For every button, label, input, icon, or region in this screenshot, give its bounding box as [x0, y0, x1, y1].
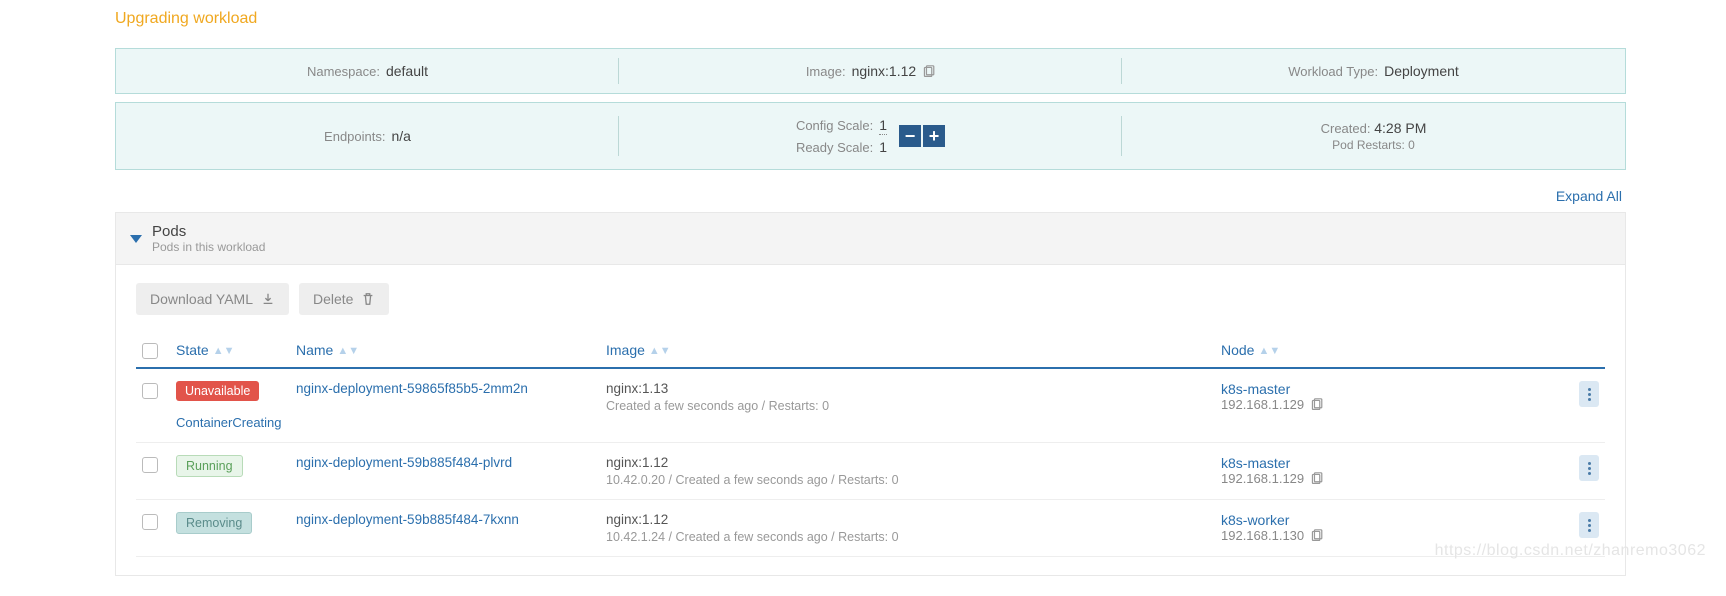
namespace-label: Namespace:: [307, 64, 380, 79]
delete-button[interactable]: Delete: [299, 283, 389, 315]
copy-icon[interactable]: [1310, 398, 1323, 411]
sort-icon: ▲▼: [1258, 349, 1280, 354]
info-row-2: Endpoints: n/a Config Scale: 1 Ready Scal…: [115, 102, 1626, 170]
select-all-checkbox[interactable]: [142, 343, 158, 359]
table-row: Running nginx-deployment-59b885f484-plvr…: [136, 443, 1605, 500]
ready-scale-label: Ready Scale:: [796, 140, 873, 155]
pods-title: Pods: [152, 223, 265, 240]
created-cell: Created: 4:28 PM Pod Restarts: 0: [1122, 103, 1625, 169]
workload-type-value: Deployment: [1384, 63, 1459, 79]
namespace-value: default: [386, 63, 428, 79]
info-row-1: Namespace: default Image: nginx:1.12 Wor…: [115, 48, 1626, 94]
row-menu-button[interactable]: [1579, 455, 1599, 481]
pod-name-link[interactable]: nginx-deployment-59865f85b5-2mm2n: [296, 381, 528, 396]
row-menu-button[interactable]: [1579, 512, 1599, 538]
row-checkbox[interactable]: [142, 514, 158, 530]
node-name-link[interactable]: k8s-master: [1221, 455, 1323, 471]
image-cell: Image: nginx:1.12: [619, 49, 1122, 93]
created-value: 4:28 PM: [1374, 120, 1426, 136]
sort-icon: ▲▼: [649, 349, 671, 354]
endpoints-value: n/a: [391, 128, 410, 144]
pod-name-link[interactable]: nginx-deployment-59b885f484-plvrd: [296, 455, 512, 470]
row-checkbox[interactable]: [142, 457, 158, 473]
endpoints-label: Endpoints:: [324, 129, 385, 144]
workload-type-label: Workload Type:: [1288, 64, 1378, 79]
row-menu-button[interactable]: [1579, 381, 1599, 407]
col-name[interactable]: Name▲▼: [290, 333, 600, 368]
copy-icon[interactable]: [922, 65, 935, 78]
pod-image-meta: 10.42.0.20 / Created a few seconds ago /…: [606, 473, 1209, 487]
table-row: Unavailable ContainerCreating nginx-deplo…: [136, 368, 1605, 443]
pods-subtitle: Pods in this workload: [152, 240, 265, 254]
scale-cell: Config Scale: 1 Ready Scale: 1 − +: [619, 103, 1122, 169]
pod-image-meta: 10.42.1.24 / Created a few seconds ago /…: [606, 530, 1209, 544]
pod-name-link[interactable]: nginx-deployment-59b885f484-7kxnn: [296, 512, 519, 527]
row-checkbox[interactable]: [142, 383, 158, 399]
copy-icon[interactable]: [1310, 472, 1323, 485]
pod-restarts: Pod Restarts: 0: [1332, 138, 1415, 152]
copy-icon[interactable]: [1310, 529, 1323, 542]
endpoints-cell: Endpoints: n/a: [116, 103, 619, 169]
pod-image-meta: Created a few seconds ago / Restarts: 0: [606, 399, 1209, 413]
ready-scale-value: 1: [879, 139, 887, 155]
image-value: nginx:1.12: [852, 63, 917, 79]
download-icon: [261, 292, 275, 306]
scale-down-button[interactable]: −: [899, 125, 921, 147]
delete-label: Delete: [313, 291, 353, 307]
node-ip: 192.168.1.130: [1221, 528, 1304, 543]
namespace-cell: Namespace: default: [116, 49, 619, 93]
config-scale-value: 1: [879, 117, 887, 135]
pod-substatus: ContainerCreating: [176, 415, 284, 430]
node-name-link[interactable]: k8s-master: [1221, 381, 1323, 397]
sort-icon: ▲▼: [213, 349, 235, 354]
pods-section-header[interactable]: Pods Pods in this workload: [116, 213, 1625, 265]
sort-icon: ▲▼: [337, 349, 359, 354]
node-ip: 192.168.1.129: [1221, 397, 1304, 412]
status-badge: Unavailable: [176, 381, 259, 401]
download-yaml-button[interactable]: Download YAML: [136, 283, 289, 315]
status-badge: Running: [176, 455, 243, 477]
pods-section: Pods Pods in this workload Download YAML…: [115, 212, 1626, 576]
page-title: Upgrading workload: [115, 10, 1626, 28]
download-yaml-label: Download YAML: [150, 291, 253, 307]
status-badge: Removing: [176, 512, 252, 534]
collapse-icon: [130, 235, 142, 243]
created-label: Created:: [1321, 121, 1371, 136]
pods-table: State▲▼ Name▲▼ Image▲▼ Node▲▼ Unavailabl…: [136, 333, 1605, 557]
node-name-link[interactable]: k8s-worker: [1221, 512, 1323, 528]
scale-up-button[interactable]: +: [923, 125, 945, 147]
col-node[interactable]: Node▲▼: [1215, 333, 1605, 368]
image-label: Image:: [806, 64, 846, 79]
col-image[interactable]: Image▲▼: [600, 333, 1215, 368]
node-ip: 192.168.1.129: [1221, 471, 1304, 486]
expand-all-link[interactable]: Expand All: [115, 188, 1622, 204]
config-scale-label: Config Scale:: [796, 118, 873, 133]
workload-type-cell: Workload Type: Deployment: [1122, 49, 1625, 93]
pod-image: nginx:1.12: [606, 455, 1209, 470]
pod-image: nginx:1.12: [606, 512, 1209, 527]
table-row: Removing nginx-deployment-59b885f484-7kx…: [136, 500, 1605, 557]
trash-icon: [361, 292, 375, 306]
watermark: https://blog.csdn.net/zhanremo3062: [1435, 542, 1706, 560]
col-state[interactable]: State▲▼: [170, 333, 290, 368]
pod-image: nginx:1.13: [606, 381, 1209, 396]
